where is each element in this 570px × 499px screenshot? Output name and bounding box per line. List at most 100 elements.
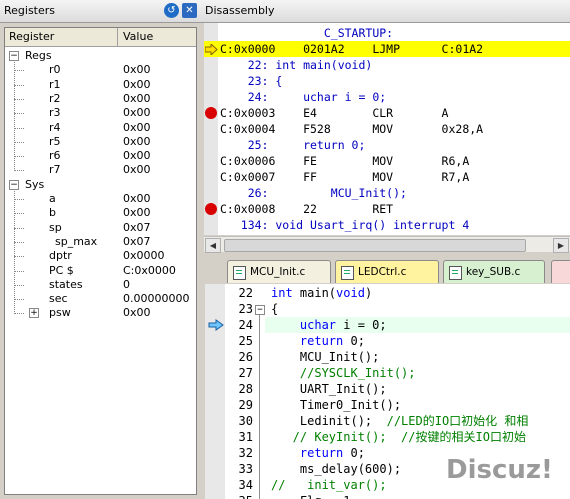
tab-ledctrl-c[interactable]: LEDCtrl.c: [335, 260, 439, 283]
register-row-dptr[interactable]: dptr 0x0000: [5, 249, 195, 263]
register-row-r3[interactable]: r3 0x00: [5, 106, 195, 120]
code-line[interactable]: Timer0_Init();: [271, 397, 401, 413]
registers-tree[interactable]: Register Value − Regs r0 0x00 r1 0x00 r2 0x00 r3…: [4, 27, 197, 495]
register-name: states: [49, 277, 83, 291]
code-line[interactable]: // init_var();: [271, 477, 387, 493]
source-line[interactable]: C_STARTUP:: [220, 25, 393, 41]
c-file-icon: [233, 266, 246, 280]
assembly-line[interactable]: C:0x0007 FF MOV R7,A: [220, 169, 469, 185]
scroll-right-arrow-icon[interactable]: ▶: [553, 238, 569, 253]
register-name: r5: [49, 134, 61, 148]
register-value[interactable]: C:0x0000: [123, 264, 176, 278]
breakpoint-icon[interactable]: [205, 107, 217, 119]
register-value[interactable]: 0x0000: [123, 249, 165, 263]
register-value[interactable]: 0x07: [123, 235, 151, 249]
expand-icon[interactable]: +: [29, 308, 39, 319]
code-line[interactable]: MCU_Init();: [271, 349, 379, 365]
source-line[interactable]: 23: {: [220, 73, 283, 89]
register-row-pc[interactable]: PC $ C:0x0000: [5, 264, 195, 278]
register-name: r6: [49, 149, 61, 163]
register-value[interactable]: 0.00000000: [123, 292, 189, 306]
register-value[interactable]: 0x00: [123, 92, 151, 106]
register-name: PC $: [49, 263, 74, 277]
register-value[interactable]: 0x00: [123, 206, 151, 220]
register-group-label: Regs: [25, 49, 52, 62]
register-row-r1[interactable]: r1 0x00: [5, 78, 195, 92]
disassembly-title: Disassembly: [205, 4, 275, 17]
register-name: r0: [49, 63, 61, 77]
register-value[interactable]: 0x00: [123, 192, 151, 206]
register-value[interactable]: 0x00: [123, 106, 151, 120]
fold-icon[interactable]: −: [255, 305, 265, 315]
code-line[interactable]: // KeyInit(); //按键的相关IO口初始: [271, 429, 526, 445]
register-value[interactable]: 0x00: [123, 163, 151, 177]
register-row-sec[interactable]: sec 0.00000000: [5, 292, 195, 306]
assembly-line[interactable]: C:0x0008 22 RET: [220, 201, 393, 217]
scroll-thumb[interactable]: [224, 239, 526, 252]
register-row-b[interactable]: b 0x00: [5, 206, 195, 220]
register-value[interactable]: 0x07: [123, 221, 151, 235]
code-line[interactable]: Flg = 1: [271, 493, 351, 499]
breakpoint-icon[interactable]: [205, 203, 217, 215]
register-column-header[interactable]: Register: [9, 30, 54, 43]
line-number: 34: [238, 478, 253, 492]
register-row-psw[interactable]: + psw 0x00: [5, 306, 195, 320]
register-row-r4[interactable]: r4 0x00: [5, 121, 195, 135]
assembly-line[interactable]: C:0x0004 F528 MOV 0x28,A: [220, 121, 483, 137]
source-line[interactable]: 22: int main(void): [220, 57, 373, 73]
line-number: 28: [238, 382, 253, 396]
breakpoint-margin[interactable]: [205, 284, 225, 499]
register-row-r0[interactable]: r0 0x00: [5, 63, 195, 77]
register-row-states[interactable]: states 0: [5, 278, 195, 292]
register-group-regs[interactable]: − Regs: [5, 49, 195, 63]
code-line[interactable]: Ledinit(); //LED的IO口初始化 和相: [271, 413, 529, 429]
source-line[interactable]: 24: uchar i = 0;: [220, 89, 386, 105]
c-file-icon: [341, 266, 354, 280]
code-line[interactable]: return 0;: [271, 333, 365, 349]
register-row-r2[interactable]: r2 0x00: [5, 92, 195, 106]
register-row-a[interactable]: a 0x00: [5, 192, 195, 206]
register-value[interactable]: 0x00: [123, 121, 151, 135]
disassembly-horizontal-scrollbar[interactable]: ◀ ▶: [204, 236, 570, 253]
code-line[interactable]: //SYSCLK_Init();: [271, 365, 416, 381]
tab-key_sub-c[interactable]: key_SUB.c: [443, 260, 545, 283]
code-line[interactable]: int main(void): [271, 285, 372, 301]
current-instruction-line[interactable]: C:0x0000 0201A2 LJMP C:01A2: [204, 41, 570, 57]
assembly-line[interactable]: C:0x0006 FE MOV R6,A: [220, 153, 469, 169]
watermark-logo: Discuz!: [446, 455, 553, 485]
current-position-arrow-icon: [205, 44, 218, 55]
register-name: sp_max: [55, 234, 98, 248]
value-column-header[interactable]: Value: [123, 30, 153, 43]
register-value[interactable]: 0x00: [123, 78, 151, 92]
disassembly-view[interactable]: C_STARTUP: C:0x0000 0201A2 LJMP C:01A2 22…: [204, 23, 570, 235]
register-row-r6[interactable]: r6 0x00: [5, 149, 195, 163]
register-value[interactable]: 0: [123, 278, 130, 292]
register-value[interactable]: 0x00: [123, 306, 151, 320]
register-row-spmax[interactable]: sp_max 0x07: [5, 235, 195, 249]
register-row-sp[interactable]: sp 0x07: [5, 221, 195, 235]
assembly-line[interactable]: C:0x0003 E4 CLR A: [220, 105, 448, 121]
register-value[interactable]: 0x00: [123, 135, 151, 149]
line-number: 25: [238, 334, 253, 348]
source-line[interactable]: 134: void Usart_irq() interrupt 4: [220, 217, 469, 233]
register-row-r5[interactable]: r5 0x00: [5, 135, 195, 149]
register-group-sys[interactable]: − Sys: [5, 178, 195, 192]
register-name: sec: [49, 292, 68, 306]
register-row-r7[interactable]: r7 0x00: [5, 163, 195, 177]
source-line[interactable]: 25: return 0;: [220, 137, 366, 153]
code-line[interactable]: return 0;: [271, 445, 365, 461]
code-line[interactable]: ms_delay(600);: [271, 461, 401, 477]
register-value[interactable]: 0x00: [123, 149, 151, 163]
register-group-label: Sys: [25, 177, 45, 191]
code-line[interactable]: {: [271, 301, 278, 317]
source-line[interactable]: 26: MCU_Init();: [220, 185, 407, 201]
code-line[interactable]: uchar i = 0;: [271, 317, 387, 333]
register-value[interactable]: 0x00: [123, 63, 151, 77]
tab-overflow[interactable]: [551, 260, 570, 283]
code-line[interactable]: UART_Init();: [271, 381, 387, 397]
pin-icon[interactable]: ↺: [164, 3, 179, 18]
close-icon[interactable]: ✕: [182, 3, 197, 18]
tab-mcu_init-c[interactable]: MCU_Init.c: [227, 260, 331, 283]
line-number: 24: [238, 318, 253, 332]
scroll-left-arrow-icon[interactable]: ◀: [205, 238, 221, 253]
